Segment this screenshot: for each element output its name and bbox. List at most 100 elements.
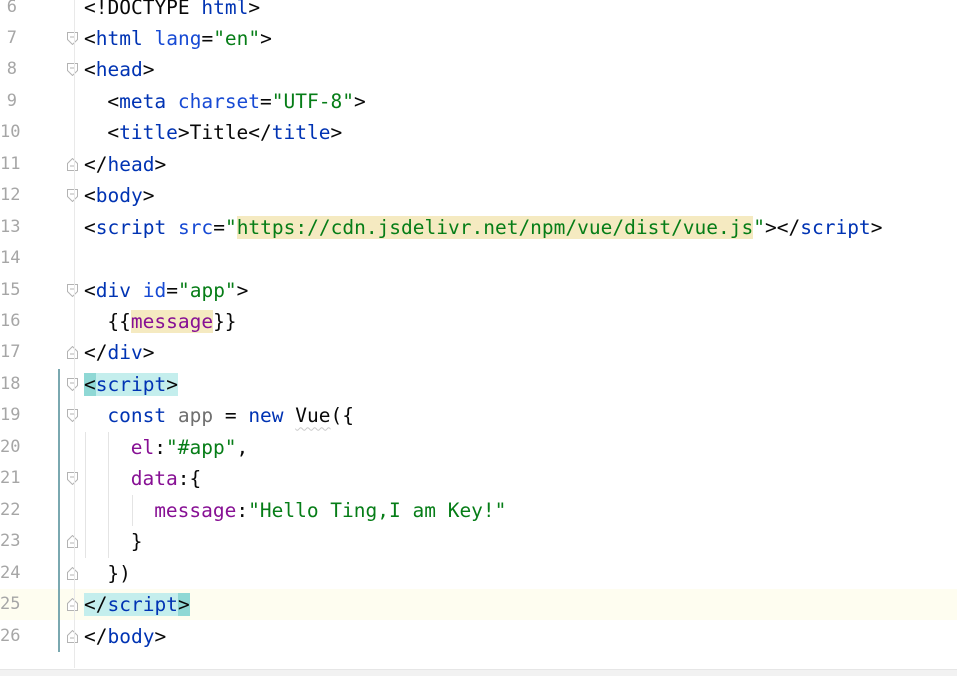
code-line[interactable]: 13 <script src="https://cdn.jsdelivr.net/… — [0, 212, 957, 243]
code-line[interactable]: 18 <script> — [0, 369, 957, 400]
code-line[interactable]: 6 <!DOCTYPE html> — [0, 0, 957, 23]
code-token: el — [130, 435, 155, 459]
code-text: <!DOCTYPE html> — [84, 0, 260, 23]
code-token: body — [95, 184, 143, 208]
indent-guide — [108, 494, 110, 527]
code-token: = — [166, 278, 178, 302]
fold-open-icon[interactable] — [67, 377, 78, 391]
code-token: new — [248, 404, 284, 428]
code-token: <!DOCTYPE — [84, 0, 202, 19]
fold-close-icon[interactable] — [67, 535, 78, 549]
code-line[interactable]: 11 </head> — [0, 149, 957, 180]
code-token: < — [107, 89, 120, 113]
fold-close-icon[interactable] — [67, 346, 78, 360]
code-token: " — [753, 215, 765, 239]
fold-close-icon[interactable] — [67, 598, 78, 612]
line-number: 11 — [0, 153, 21, 174]
code-token: } — [130, 530, 143, 554]
code-token: "en" — [213, 26, 261, 50]
code-token: > — [142, 341, 155, 365]
code-token: :{ — [177, 467, 202, 491]
line-number: 26 — [0, 625, 21, 646]
line-number: 6 — [6, 0, 17, 17]
code-token: "Hello Ting,I am Key!" — [248, 498, 507, 522]
code-token: app — [177, 404, 214, 428]
code-token: ({ — [330, 404, 355, 428]
code-text: }) — [107, 558, 130, 589]
code-line[interactable]: 26 </body> — [0, 621, 957, 652]
code-line[interactable]: 22 message:"Hello Ting,I am Key!" — [0, 494, 957, 527]
fold-open-icon[interactable] — [67, 409, 78, 423]
line-number: 20 — [0, 436, 21, 457]
fold-open-icon[interactable] — [67, 472, 78, 486]
indent-guide — [108, 526, 110, 558]
line-number: 7 — [6, 27, 17, 48]
code-line[interactable]: 23} — [0, 526, 957, 558]
line-number: 8 — [6, 59, 17, 80]
code-text: el:"#app", — [131, 432, 248, 463]
indent-guide — [85, 494, 86, 527]
code-token: > — [177, 593, 190, 617]
fold-close-icon[interactable] — [67, 157, 78, 171]
fold-open-icon[interactable] — [67, 189, 78, 203]
code-editor[interactable]: 6 <!DOCTYPE html> 7 <html lang="en"> 8 <head>… — [0, 0, 957, 676]
code-text: </head> — [84, 149, 166, 180]
code-token: Vue — [295, 404, 331, 428]
code-token: Title — [189, 121, 249, 145]
code-token: {{ — [107, 310, 131, 333]
fold-open-icon[interactable] — [67, 63, 78, 77]
code-text: </script> — [84, 589, 190, 620]
line-number: 22 — [0, 499, 21, 520]
code-line[interactable]: 16 {{message}} — [0, 306, 957, 337]
code-token: > — [166, 372, 178, 396]
fold-open-icon[interactable] — [67, 31, 78, 45]
code-line[interactable]: 24}) — [0, 558, 957, 589]
code-token: html — [95, 26, 143, 50]
code-token: > — [154, 624, 167, 648]
code-token: html — [201, 0, 249, 19]
code-token: < — [84, 26, 96, 50]
fold-close-icon[interactable] — [67, 629, 78, 643]
line-number: 19 — [0, 405, 21, 426]
indent-guide — [108, 431, 110, 464]
code-token: > — [142, 58, 155, 82]
code-token: script — [95, 215, 167, 239]
code-token: = — [201, 26, 214, 50]
code-token: < — [84, 372, 96, 396]
fold-open-icon[interactable] — [67, 283, 78, 297]
code-line[interactable]: 8 <head> — [0, 54, 957, 85]
code-token: id — [142, 278, 167, 302]
horizontal-scrollbar[interactable] — [0, 669, 957, 676]
code-token: script — [95, 372, 167, 396]
code-line[interactable]: 14 — [0, 243, 957, 274]
code-token: = — [213, 404, 249, 428]
vcs-change-marker[interactable] — [58, 368, 60, 652]
code-text: } — [131, 526, 143, 557]
code-line[interactable]: 9 <meta charset="UTF-8"> — [0, 86, 957, 117]
code-line[interactable]: 25 </script> — [0, 589, 957, 621]
code-token: script — [800, 215, 871, 239]
code-line[interactable]: 15 <div id="app"> — [0, 275, 957, 306]
code-line[interactable]: 12 <body> — [0, 180, 957, 211]
code-line[interactable]: 10 <title>Title</title> — [0, 117, 957, 148]
fold-close-icon[interactable] — [67, 566, 78, 580]
indent-guide — [85, 463, 86, 495]
code-line[interactable]: 17 </div> — [0, 337, 957, 368]
code-line[interactable]: 21 data:{ — [0, 463, 957, 495]
code-token: > — [260, 26, 272, 50]
code-token: > — [142, 184, 155, 208]
code-text: <head> — [84, 54, 154, 85]
gutter-divider — [74, 0, 75, 668]
code-line[interactable]: 7 <html lang="en"> — [0, 23, 957, 54]
code-token: > — [177, 121, 190, 145]
code-line[interactable]: 20 el:"#app", — [0, 431, 957, 464]
code-token: https://cdn.jsdelivr.net/npm/vue/dist/vu… — [236, 215, 754, 239]
code-token: > — [236, 278, 249, 302]
code-line[interactable]: 19 const app = new Vue({ — [0, 400, 957, 431]
line-number: 15 — [0, 279, 21, 300]
